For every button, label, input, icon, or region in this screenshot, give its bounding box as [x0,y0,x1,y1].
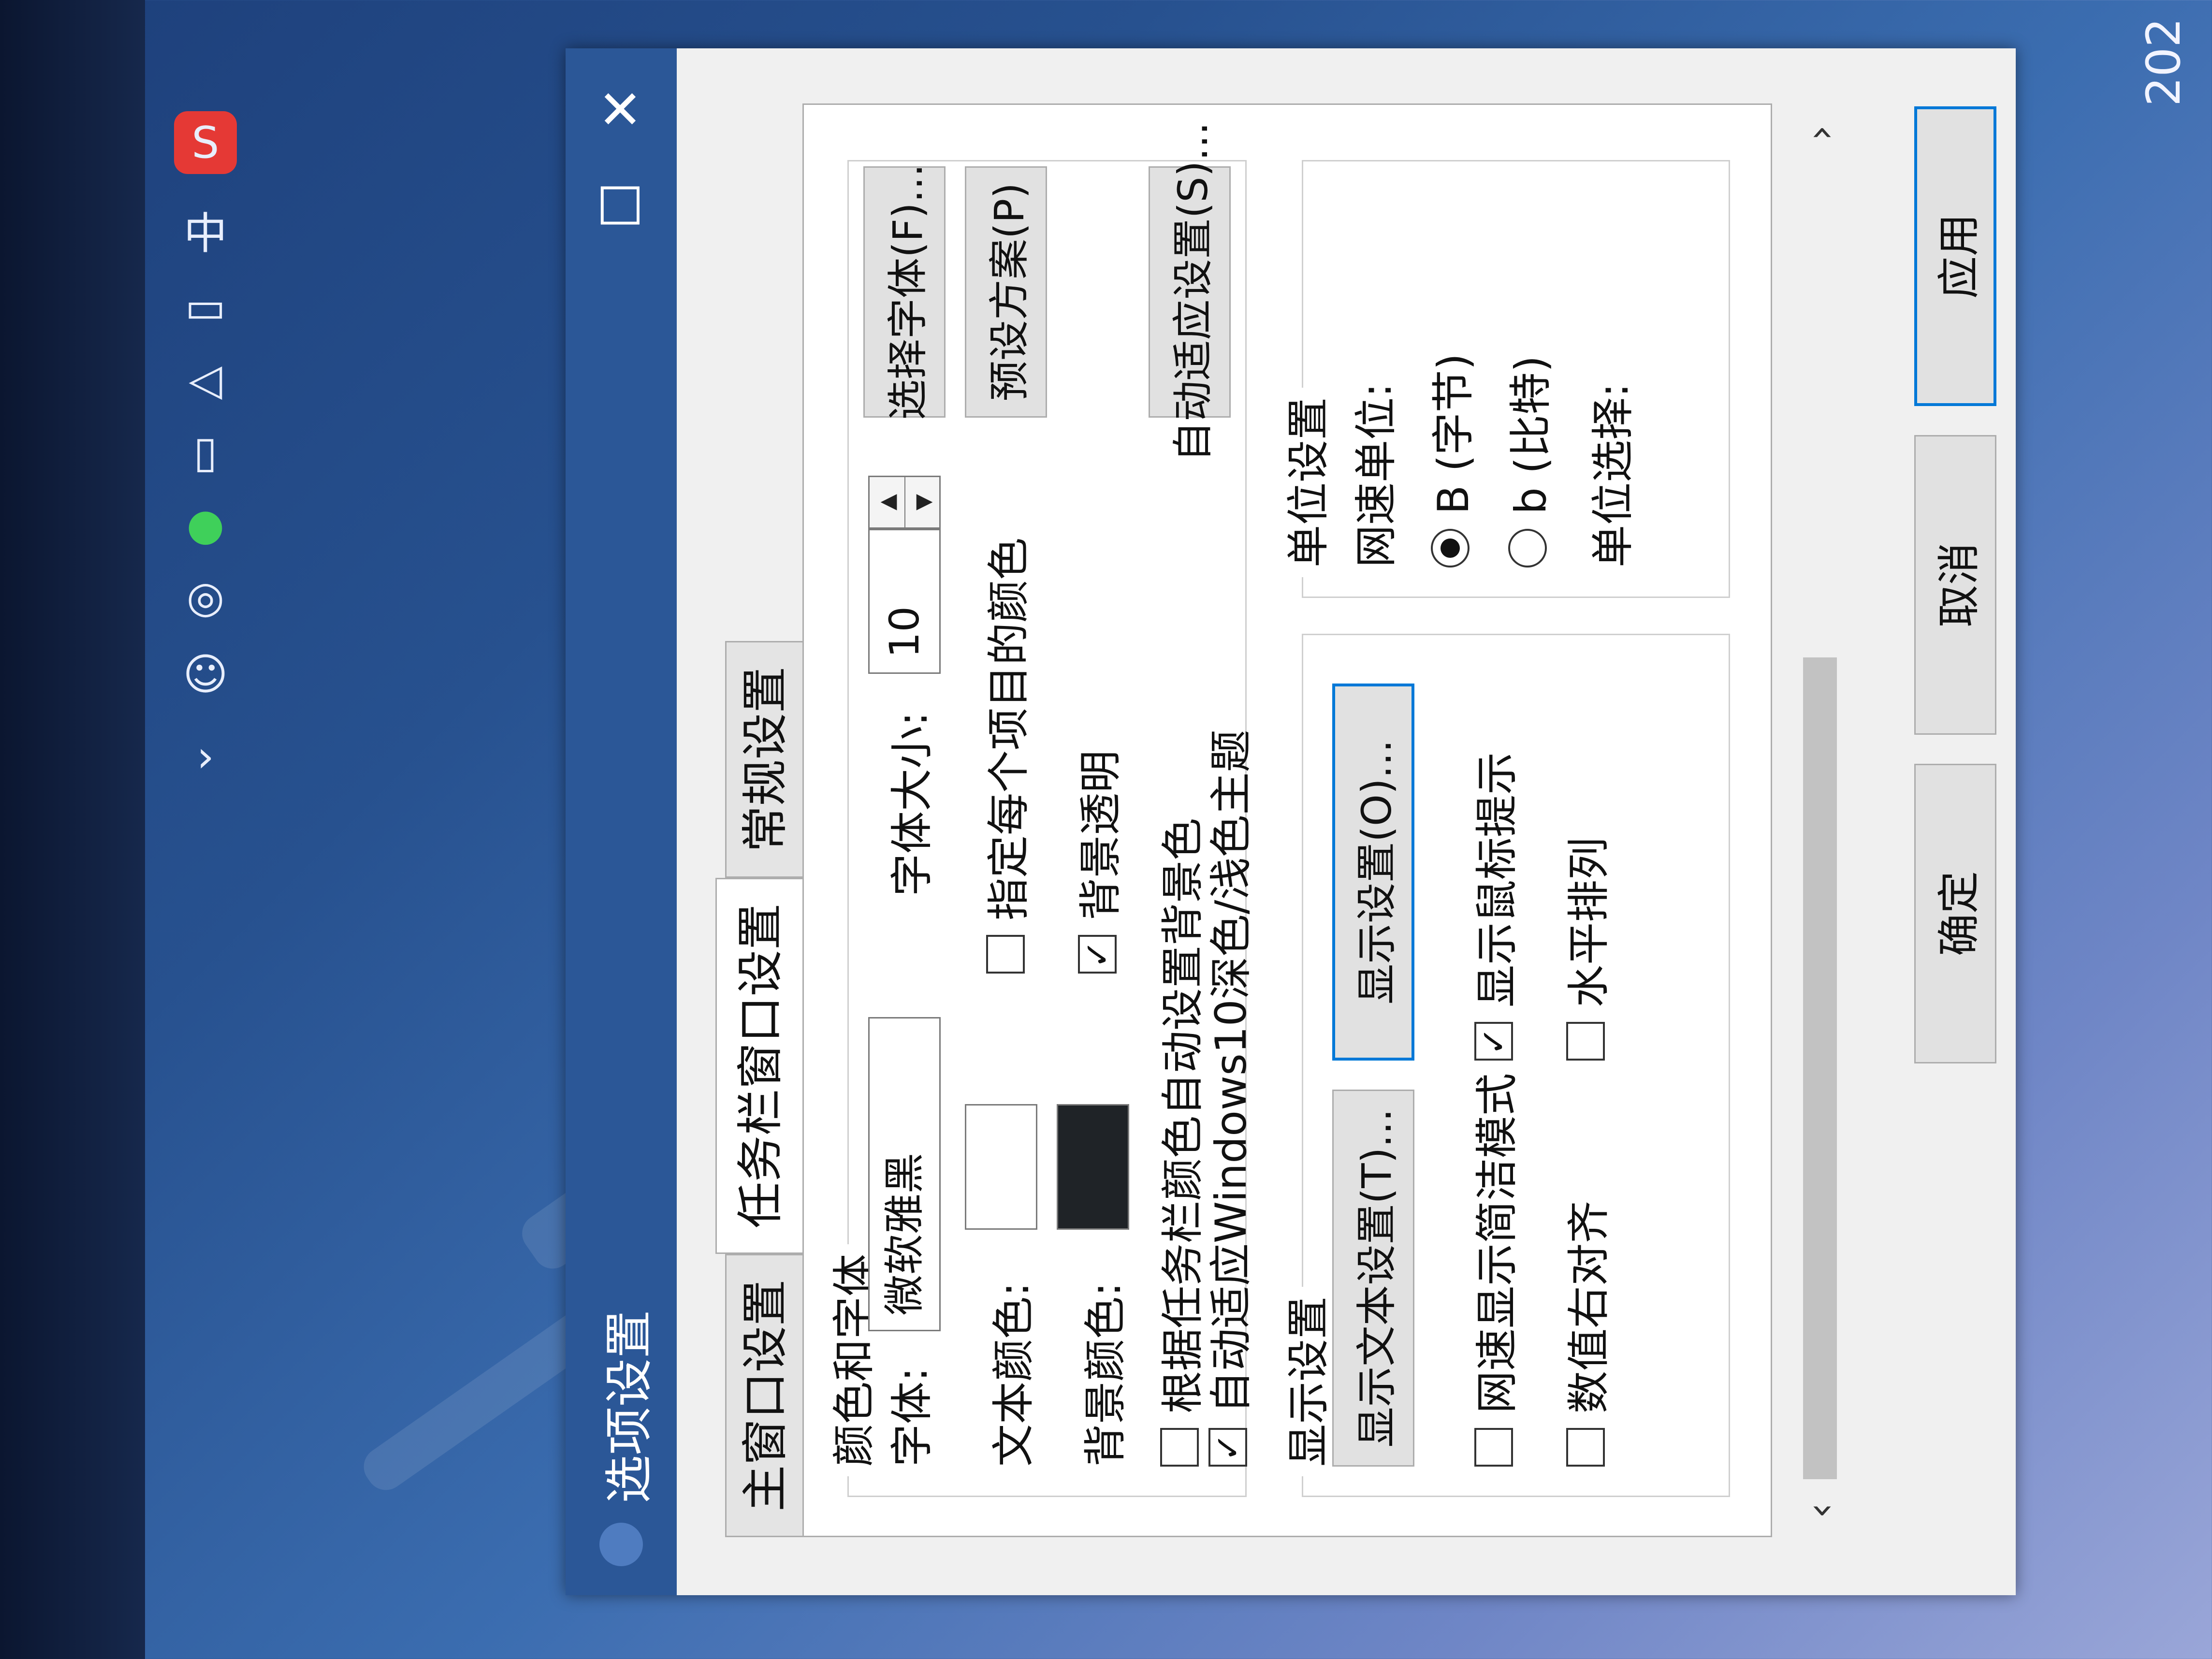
horizontal-scrollbar[interactable]: ‹ › [1793,106,1847,1537]
checkbox-box[interactable] [1474,1428,1513,1467]
network-icon[interactable]: ▭ [174,276,237,338]
checkbox-box[interactable]: ✓ [1208,1428,1248,1467]
checkbox-box[interactable] [1160,1428,1199,1467]
checkbox-box[interactable] [1566,1428,1605,1467]
desktop-edge [0,0,145,1659]
group-title: 单位设置 [1274,387,1336,577]
radio-label: B (字节) [1428,353,1478,514]
preset-button[interactable]: 预设方案(P) [965,166,1047,418]
tab-general[interactable]: 常规设置 [725,641,804,878]
checkbox-label: 指定每个项目的颜色 [984,537,1033,920]
checkbox-label: 水平排列 [1564,837,1614,1007]
options-dialog: 选项设置 ☐ ✕ 主窗口设置 任务栏窗口设置 常规设置 颜色和字体 字体: 微软… [566,48,2016,1595]
battery-icon[interactable]: ▯ [174,421,237,483]
auto-theme-checkbox[interactable]: ✓ 自动适应Windows10深色/浅色主题 [1197,730,1258,1467]
color-font-group: 颜色和字体 字体: 微软雅黑 字体大小: 10 ▲ ▼ 选择字体(F)... 文… [820,122,1256,1497]
unit-select-label: 单位选择: [1588,383,1638,568]
bg-color-label: 背景颜色: [1080,1282,1130,1467]
font-size-spinner[interactable]: ▲ ▼ [868,476,941,529]
bg-transparent-checkbox[interactable]: ✓ 背景透明 [1066,750,1128,974]
speed-unit-label: 网速单位: [1351,383,1401,568]
checkbox-box[interactable] [986,935,1025,974]
text-color-label: 文本颜色: [989,1282,1038,1467]
wechat-icon[interactable]: ● [174,493,237,556]
tab-page: 颜色和字体 字体: 微软雅黑 字体大小: 10 ▲ ▼ 选择字体(F)... 文… [802,103,1772,1537]
text-color-swatch[interactable] [965,1104,1037,1230]
bg-color-swatch[interactable] [1057,1104,1129,1230]
chevron-up-icon[interactable]: › [174,725,237,788]
app-icon [599,1523,643,1566]
sogou-input-icon[interactable]: S [174,111,237,174]
auto-adapt-button[interactable]: 自动适应设置(S)... [1149,122,1231,462]
checkbox-label: 自动适应Windows10深色/浅色主题 [1206,729,1256,1413]
horizontal-checkbox[interactable]: 水平排列 [1555,837,1616,1061]
font-size-field[interactable]: 10 [868,529,941,674]
checkbox-label: 背景透明 [1076,750,1125,920]
simple-mode-checkbox[interactable]: 网速显示简洁模式 [1463,1073,1524,1467]
spin-up-icon[interactable]: ▲ [870,477,904,527]
scroll-thumb[interactable] [1803,657,1837,1479]
dialog-client: 主窗口设置 任务栏窗口设置 常规设置 颜色和字体 字体: 微软雅黑 字体大小: … [677,48,2016,1595]
spin-down-icon[interactable]: ▼ [904,477,940,527]
ime-chinese-icon[interactable]: 中 [174,198,237,261]
checkbox-box[interactable]: ✓ [1077,935,1117,974]
tab-main-window[interactable]: 主窗口设置 [725,1254,804,1537]
radio-button[interactable] [1508,529,1547,568]
checkbox-label: 网速显示简洁模式 [1472,1073,1522,1413]
show-tooltip-checkbox[interactable]: ✓ 显示鼠标提示 [1463,752,1524,1061]
display-group: 显示设置 显示文本设置(T)... 显示设置(O)... 网速显示简洁模式 ✓ … [1274,634,1730,1497]
checkbox-label: 数值右对齐 [1564,1200,1614,1413]
dialog-title: 选项设置 [601,1310,657,1503]
app-tray-icon[interactable]: ◎ [174,566,237,628]
checkbox-box[interactable]: ✓ [1474,1022,1513,1061]
display-settings-button[interactable]: 显示设置(O)... [1332,684,1414,1061]
taskbar-tray: S 中 ▭ ◁ ▯ ● ◎ ☺ › [145,0,271,822]
taskbar-clock[interactable]: 202 [2117,0,2212,126]
unit-bit-radio[interactable]: b (比特) [1497,356,1558,568]
group-title: 显示设置 [1274,1286,1336,1476]
tab-strip: 主窗口设置 任务栏窗口设置 常规设置 [715,641,804,1537]
unit-group: 单位设置 网速单位: B (字节) b (比特) 单位选择: [1274,160,1730,598]
font-field[interactable]: 微软雅黑 [868,1017,941,1331]
scroll-left-icon[interactable]: ‹ [1793,1484,1847,1537]
ok-button[interactable]: 确定 [1914,764,1996,1063]
font-size-label: 字体大小: [887,712,937,896]
scroll-right-icon[interactable]: › [1793,106,1847,160]
cancel-button[interactable]: 取消 [1914,435,1996,735]
volume-icon[interactable]: ◁ [174,348,237,411]
clock-date: 202 [2137,17,2191,106]
title-bar[interactable]: 选项设置 ☐ ✕ [566,48,677,1595]
close-icon[interactable]: ✕ [580,68,662,150]
radio-label: b (比特) [1506,355,1556,515]
right-align-checkbox[interactable]: 数值右对齐 [1555,1201,1616,1467]
radio-button[interactable] [1430,529,1470,568]
font-label: 字体: [887,1367,937,1467]
qq-icon[interactable]: ☺ [174,643,237,706]
text-settings-button[interactable]: 显示文本设置(T)... [1332,1090,1414,1467]
tab-taskbar-window[interactable]: 任务栏窗口设置 [715,878,804,1254]
select-font-button[interactable]: 选择字体(F)... [863,164,946,420]
maximize-icon[interactable]: ☐ [580,164,662,247]
unit-byte-radio[interactable]: B (字节) [1419,353,1481,568]
checkbox-box[interactable] [1566,1022,1605,1061]
specify-each-color-checkbox[interactable]: 指定每个项目的颜色 [975,538,1036,974]
checkbox-label: 显示鼠标提示 [1472,752,1522,1007]
apply-button[interactable]: 应用 [1914,106,1996,406]
dialog-wrapper: 选项设置 ☐ ✕ 主窗口设置 任务栏窗口设置 常规设置 颜色和字体 字体: 微软… [566,48,2064,1595]
